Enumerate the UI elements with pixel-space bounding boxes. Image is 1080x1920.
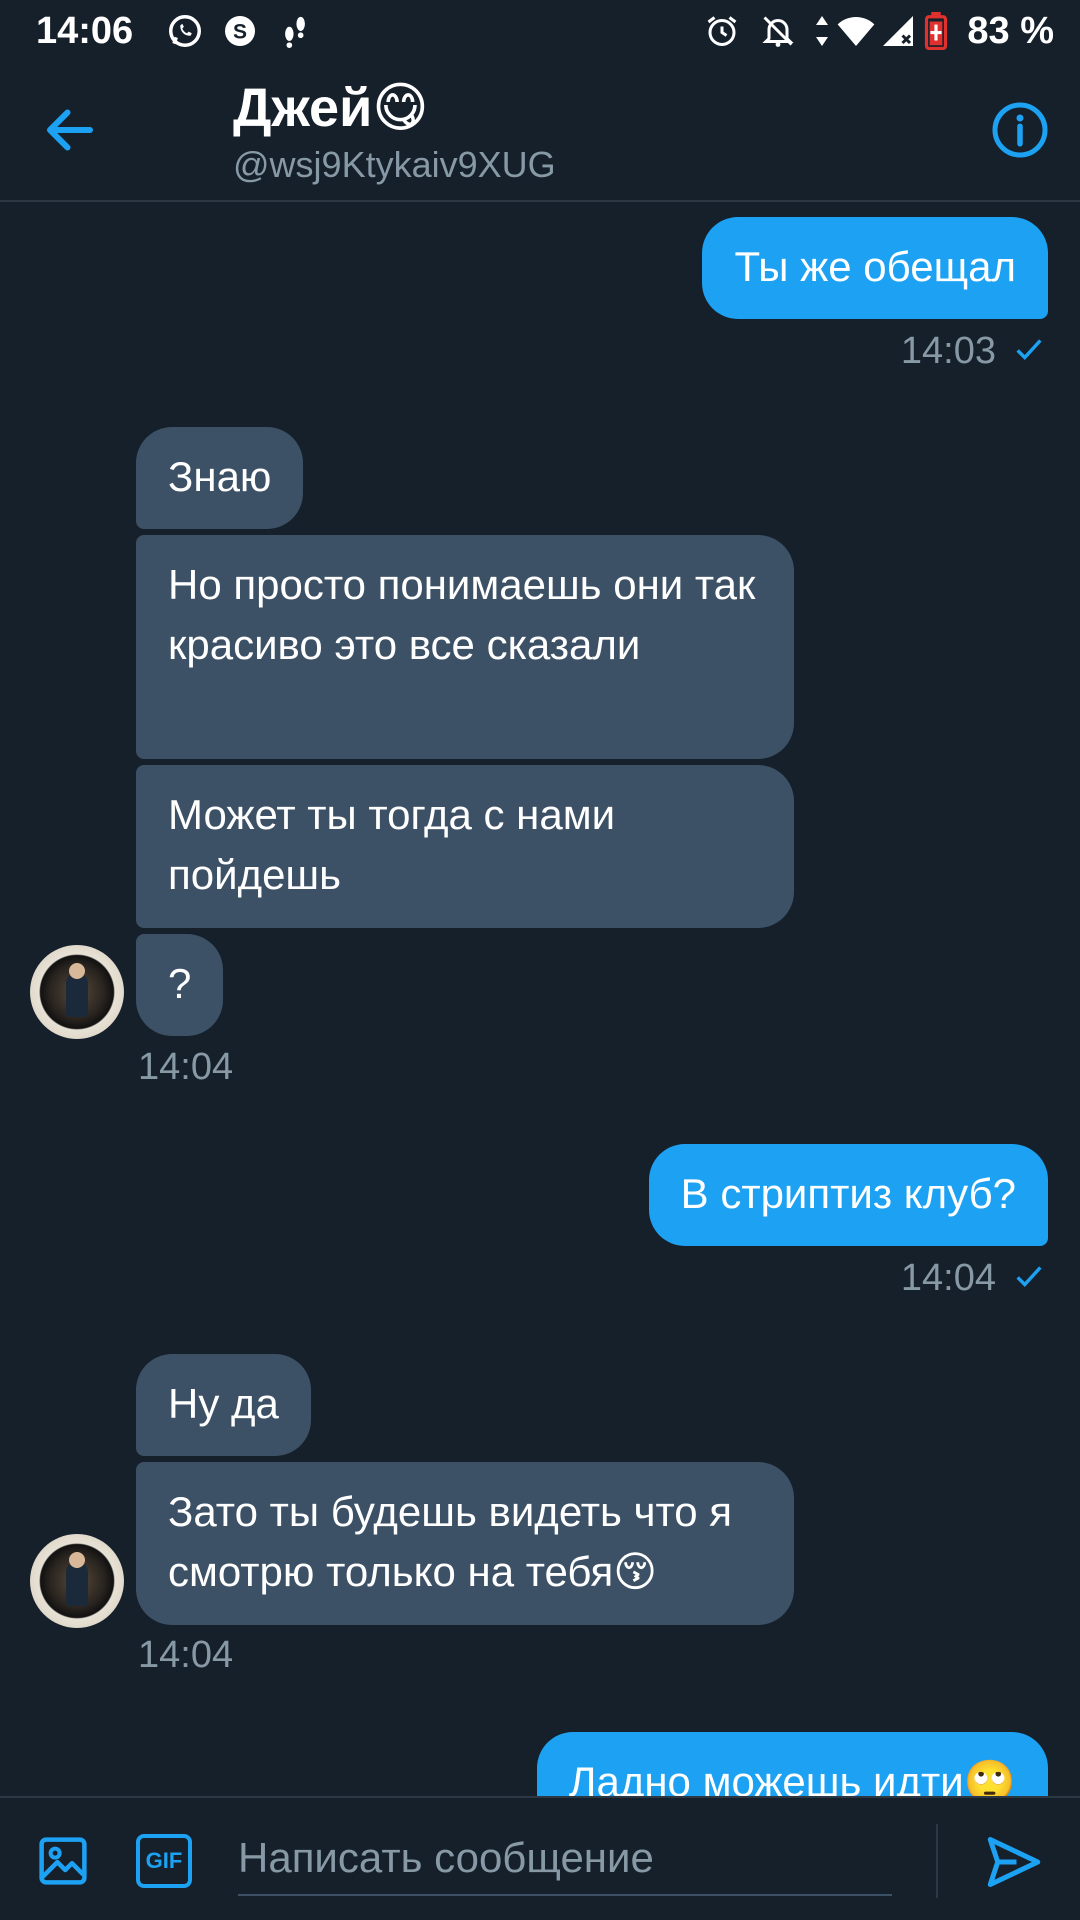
message-bubble-incoming[interactable]: Ну да xyxy=(136,1354,311,1456)
message-text: Ты же обещал xyxy=(734,243,1016,290)
message-bubble-incoming[interactable]: Знаю xyxy=(136,427,304,529)
status-bar: 14:06 S 83 % xyxy=(0,0,1080,62)
message-composer: GIF xyxy=(0,1796,1080,1920)
arrow-left-icon xyxy=(47,109,93,151)
message-timestamp: 14:04 xyxy=(138,1046,234,1088)
contact-handle: @wsj9Ktykaiv9XUG xyxy=(233,144,556,185)
send-icon xyxy=(987,1837,1041,1887)
info-icon xyxy=(992,102,1048,158)
conversation-header: Джей 😋 @wsj9Ktykaiv9XUG xyxy=(0,62,1080,202)
message-bubble-outgoing[interactable]: Ты же обещал xyxy=(702,217,1048,319)
notifications-off-icon xyxy=(760,12,796,50)
skype-icon: S xyxy=(222,12,258,50)
message-bubble-outgoing[interactable]: В стриптиз клуб? xyxy=(648,1144,1048,1246)
message-bubble-outgoing[interactable]: Ладно можешь идти🙄 xyxy=(536,1732,1048,1796)
data-arrows-icon xyxy=(812,12,832,50)
contact-avatar[interactable] xyxy=(30,945,124,1039)
contact-avatar[interactable] xyxy=(30,1534,124,1628)
sent-checkmark-icon xyxy=(1012,1259,1046,1298)
contact-name-text: Джей xyxy=(233,77,373,138)
cellular-signal-icon xyxy=(880,12,916,50)
contact-name-emoji: 😋 xyxy=(372,76,429,139)
contact-name[interactable]: Джей 😋 xyxy=(233,76,429,139)
message-text: ? xyxy=(168,960,192,1007)
message-text: Знаю xyxy=(168,453,272,500)
message-bubble-incoming[interactable]: ? xyxy=(136,934,224,1036)
message-list[interactable]: Ты же обещал 14:03 Знаю Но просто понима… xyxy=(0,204,1080,1796)
conversation-info-button[interactable] xyxy=(990,100,1050,160)
message-text: Но просто понимаешь они так красиво это … xyxy=(168,561,756,668)
message-text: В стриптиз клуб? xyxy=(680,1170,1016,1217)
message-timestamp: 14:03 xyxy=(900,330,996,372)
message-timestamp: 14:04 xyxy=(138,1634,234,1676)
message-text: Может ты тогда с нами пойдешь xyxy=(168,791,616,898)
message-bubble-incoming[interactable]: Может ты тогда с нами пойдешь xyxy=(136,765,794,928)
message-timestamp: 14:04 xyxy=(900,1257,996,1299)
message-bubble-incoming[interactable]: Но просто понимаешь они так красиво это … xyxy=(136,535,794,759)
wifi-icon xyxy=(836,12,876,50)
gif-label: GIF xyxy=(145,1848,183,1873)
alarm-icon xyxy=(704,12,740,50)
send-button[interactable] xyxy=(984,1832,1044,1892)
message-text: Ну да xyxy=(168,1380,279,1427)
battery-charging-icon xyxy=(924,12,948,50)
battery-percentage: 83 % xyxy=(967,10,1054,52)
composer-divider xyxy=(936,1824,938,1898)
image-icon xyxy=(39,1837,87,1885)
message-text: Зато ты будешь видеть что я смотрю тольк… xyxy=(168,1488,732,1595)
sent-checkmark-icon xyxy=(1012,332,1046,371)
message-text: Ладно можешь идти🙄 xyxy=(568,1758,1016,1796)
message-bubble-incoming[interactable]: Зато ты будешь видеть что я смотрю тольк… xyxy=(136,1462,794,1625)
whatsapp-icon xyxy=(166,12,204,50)
add-image-button[interactable] xyxy=(36,1834,90,1888)
status-time: 14:06 xyxy=(36,10,134,52)
message-input[interactable] xyxy=(238,1822,892,1896)
add-gif-button[interactable]: GIF xyxy=(136,1834,192,1888)
footsteps-icon xyxy=(278,12,312,50)
back-button[interactable] xyxy=(40,100,100,160)
svg-text:S: S xyxy=(233,21,247,44)
